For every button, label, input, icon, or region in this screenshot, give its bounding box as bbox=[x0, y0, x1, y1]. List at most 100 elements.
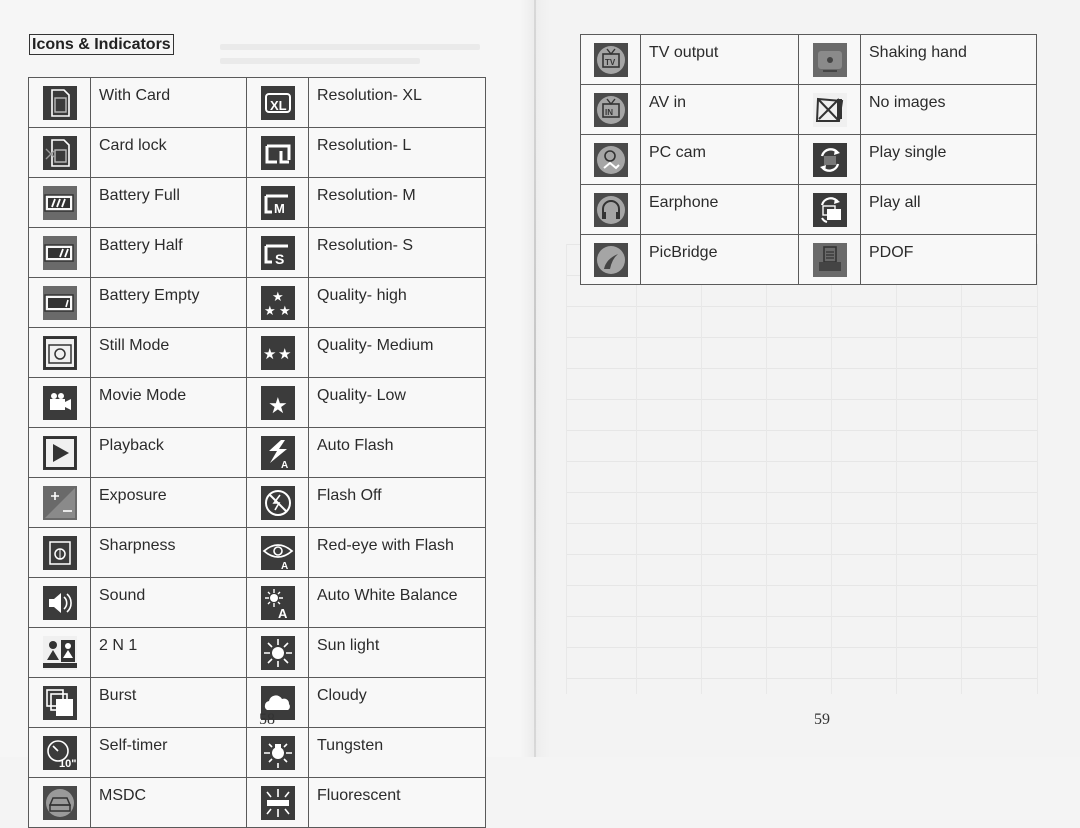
battery-empty-icon bbox=[42, 285, 77, 320]
tungsten-bulb-icon bbox=[260, 735, 295, 770]
icon-cell bbox=[28, 577, 91, 628]
bleed-line bbox=[831, 244, 832, 694]
icon-label: Fluorescent bbox=[308, 777, 486, 828]
icon-label: Tungsten bbox=[308, 727, 486, 778]
icon-cell: XL bbox=[246, 77, 309, 128]
flash-off-icon bbox=[260, 485, 295, 520]
icon-label: Resolution- L bbox=[308, 127, 486, 178]
svg-text:★: ★ bbox=[264, 303, 276, 318]
icon-label: PC cam bbox=[640, 134, 799, 185]
play-icon bbox=[42, 435, 77, 470]
icon-label: Burst bbox=[90, 677, 247, 728]
icon-cell: A bbox=[246, 527, 309, 578]
quality-low-icon: ★ bbox=[260, 385, 295, 420]
fluorescent-icon bbox=[260, 785, 295, 820]
page-number-right: 59 bbox=[814, 711, 830, 728]
icon-cell: TV bbox=[580, 34, 641, 85]
icon-label: Red-eye with Flash bbox=[308, 527, 486, 578]
table-row: Sound A Auto White Balance bbox=[28, 577, 486, 628]
play-single-icon bbox=[812, 142, 847, 177]
icon-cell bbox=[28, 227, 91, 278]
icon-label: Quality- high bbox=[308, 277, 486, 328]
battery-half-icon bbox=[42, 235, 77, 270]
icon-label: Resolution- M bbox=[308, 177, 486, 228]
icon-label: TV output bbox=[640, 34, 799, 85]
icon-label: AV in bbox=[640, 84, 799, 135]
svg-text:★: ★ bbox=[272, 289, 284, 304]
icon-cell bbox=[28, 627, 91, 678]
tv-icon: TV bbox=[593, 42, 628, 77]
camera-icon bbox=[42, 335, 77, 370]
icon-label: Auto Flash bbox=[308, 427, 486, 478]
drive-icon bbox=[42, 785, 77, 820]
icon-label: With Card bbox=[90, 77, 247, 128]
battery-full-icon bbox=[42, 185, 77, 220]
table-row: PicBridge PDOF bbox=[580, 234, 1037, 285]
table-row: Still Mode ★ ★ Quality- Medium bbox=[28, 327, 486, 378]
table-row: TV TV output Shaking hand bbox=[580, 34, 1037, 85]
bleed-through-table bbox=[566, 244, 1038, 694]
movie-camera-icon bbox=[42, 385, 77, 420]
headphones-icon bbox=[593, 192, 628, 227]
icon-label: Play single bbox=[860, 134, 1037, 185]
table-row: Exposure Flash Off bbox=[28, 477, 486, 528]
svg-text:A: A bbox=[281, 561, 288, 570]
table-row: MSDC Fluorescent bbox=[28, 777, 486, 828]
svg-text:★: ★ bbox=[268, 393, 288, 418]
icon-cell bbox=[28, 277, 91, 328]
icon-label: Sound bbox=[90, 577, 247, 628]
page-number-left: 58 bbox=[259, 711, 275, 728]
bleed-line bbox=[220, 58, 420, 64]
icon-label: PicBridge bbox=[640, 234, 799, 285]
table-row: 10" Self-timer Tungsten bbox=[28, 727, 486, 778]
icon-label: Still Mode bbox=[90, 327, 247, 378]
icon-label: Sharpness bbox=[90, 527, 247, 578]
bleed-line bbox=[896, 244, 897, 694]
icon-cell bbox=[246, 777, 309, 828]
icon-label: Playback bbox=[90, 427, 247, 478]
card-lock-icon bbox=[42, 135, 77, 170]
table-row: Sharpness A Red-eye with Flash bbox=[28, 527, 486, 578]
icon-cell bbox=[28, 777, 91, 828]
svg-text:XL: XL bbox=[270, 98, 287, 113]
svg-text:IN: IN bbox=[605, 108, 613, 117]
no-images-icon bbox=[812, 92, 847, 127]
table-row: IN AV in No images bbox=[580, 84, 1037, 135]
icon-cell bbox=[28, 677, 91, 728]
icon-label: Self-timer bbox=[90, 727, 247, 778]
table-row: Movie Mode ★ Quality- Low bbox=[28, 377, 486, 428]
icons-table-right: TV TV output Shaking hand IN AV in No images P… bbox=[580, 34, 1037, 285]
table-row: 2 N 1 Sun light bbox=[28, 627, 486, 678]
table-row: Card lock Resolution- L bbox=[28, 127, 486, 178]
icon-label: Movie Mode bbox=[90, 377, 247, 428]
icon-cell bbox=[246, 627, 309, 678]
printer-icon bbox=[812, 242, 847, 277]
icon-label: Shaking hand bbox=[860, 34, 1037, 85]
quality-high-icon: ★ ★ ★ bbox=[260, 285, 295, 320]
exposure-icon bbox=[42, 485, 77, 520]
icon-cell bbox=[798, 234, 861, 285]
icon-label: MSDC bbox=[90, 777, 247, 828]
icon-label: 2 N 1 bbox=[90, 627, 247, 678]
icon-label: Quality- Low bbox=[308, 377, 486, 428]
icon-cell bbox=[580, 184, 641, 235]
icon-cell bbox=[28, 427, 91, 478]
icon-cell bbox=[246, 727, 309, 778]
icon-cell: 10" bbox=[28, 727, 91, 778]
resolution-l-icon bbox=[260, 135, 295, 170]
bleed-line bbox=[636, 244, 637, 694]
table-row: PC cam Play single bbox=[580, 134, 1037, 185]
icon-label: Resolution- S bbox=[308, 227, 486, 278]
icon-label: Auto White Balance bbox=[308, 577, 486, 628]
play-all-icon bbox=[812, 192, 847, 227]
table-row: Earphone Play all bbox=[580, 184, 1037, 235]
sd-card-icon bbox=[42, 85, 77, 120]
icon-cell bbox=[28, 477, 91, 528]
svg-text:M: M bbox=[274, 201, 285, 216]
table-row: Burst Cloudy bbox=[28, 677, 486, 728]
section-title: Icons & Indicators bbox=[29, 34, 174, 55]
icon-cell: M bbox=[246, 177, 309, 228]
icon-label: Battery Empty bbox=[90, 277, 247, 328]
auto-white-balance-icon: A bbox=[260, 585, 295, 620]
icon-cell: IN bbox=[580, 84, 641, 135]
